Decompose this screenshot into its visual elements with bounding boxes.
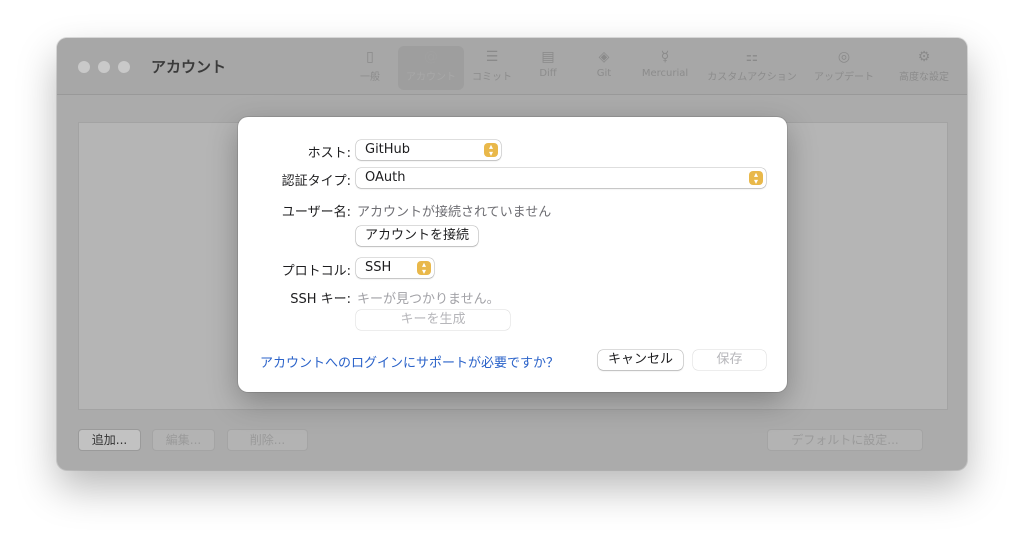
toolbar-label: Git bbox=[596, 68, 612, 79]
host-popup[interactable]: GitHub ▴ ▾ bbox=[356, 140, 501, 160]
custom-action-icon: ⚏ bbox=[745, 49, 759, 65]
save-button[interactable]: 保存 bbox=[693, 350, 766, 370]
edit-account-button[interactable]: 編集... bbox=[152, 429, 215, 451]
protocol-label: プロトコル: bbox=[281, 264, 351, 279]
zoom-window-button[interactable] bbox=[118, 61, 130, 73]
diff-icon: ▤ bbox=[541, 49, 555, 65]
toolbar-label: カスタムアクション bbox=[707, 72, 797, 83]
toolbar-item-advanced[interactable]: ⚙ 高度な設定 bbox=[893, 46, 955, 90]
toolbar-label: アップデート bbox=[814, 72, 874, 83]
chevron-up-down-icon: ▴ ▾ bbox=[749, 171, 763, 186]
login-help-link[interactable]: アカウントへのログインにサポートが必要ですか？ bbox=[260, 352, 559, 371]
username-value: アカウントが接続されていません bbox=[357, 205, 552, 220]
chevron-up-down-icon: ▴ ▾ bbox=[484, 143, 498, 158]
generate-key-button[interactable]: キーを生成 bbox=[356, 310, 510, 330]
host-value: GitHub bbox=[365, 142, 411, 157]
host-label: ホスト: bbox=[307, 146, 351, 161]
toolbar-item-accounts[interactable]: @ アカウント bbox=[398, 46, 464, 90]
username-label: ユーザー名: bbox=[281, 205, 351, 220]
connect-account-button[interactable]: アカウントを接続 bbox=[356, 226, 478, 246]
toolbar-label: 高度な設定 bbox=[899, 72, 949, 83]
toolbar-item-diff[interactable]: ▤ Diff bbox=[529, 46, 567, 90]
cancel-button[interactable]: キャンセル bbox=[598, 350, 683, 370]
add-account-button[interactable]: 追加... bbox=[78, 429, 141, 451]
auth-type-popup[interactable]: OAuth ▴ ▾ bbox=[356, 168, 766, 188]
protocol-value: SSH bbox=[365, 260, 392, 275]
update-icon: ◎ bbox=[837, 49, 851, 65]
chevron-up-down-icon: ▴ ▾ bbox=[417, 261, 431, 276]
delete-account-button[interactable]: 削除... bbox=[227, 429, 308, 451]
close-window-button[interactable] bbox=[78, 61, 90, 73]
toolbar-label: Mercurial bbox=[641, 68, 689, 79]
toolbar-item-updates[interactable]: ◎ アップデート bbox=[811, 46, 877, 90]
list-icon: ☰ bbox=[485, 49, 499, 65]
auth-type-label: 認証タイプ: bbox=[281, 174, 351, 189]
account-sheet: ホスト: GitHub ▴ ▾ 認証タイプ: OAuth ▴ ▾ ユーザー名: アカ… bbox=[238, 117, 787, 392]
toolbar-item-commit[interactable]: ☰ コミット bbox=[467, 46, 517, 90]
toolbar-item-git[interactable]: ◈ Git bbox=[589, 46, 619, 90]
toolbar-label: Diff bbox=[539, 68, 557, 79]
toolbar-item-mercurial[interactable]: ☿ Mercurial bbox=[637, 46, 693, 90]
gear-icon: ⚙ bbox=[917, 49, 931, 65]
phone-icon: ▯ bbox=[366, 49, 374, 65]
minimize-window-button[interactable] bbox=[98, 61, 110, 73]
ssh-key-label: SSH キー: bbox=[290, 292, 351, 307]
toolbar-label: 一般 bbox=[360, 72, 380, 83]
title-bar: アカウント ▯ 一般 @ アカウント ☰ コミット ▤ Diff ◈ Git ☿… bbox=[57, 38, 967, 95]
toolbar-label: コミット bbox=[472, 72, 512, 83]
auth-type-value: OAuth bbox=[365, 170, 406, 185]
toolbar-item-general[interactable]: ▯ 一般 bbox=[355, 46, 385, 90]
ssh-key-value: キーが見つかりません。 bbox=[357, 292, 500, 307]
protocol-popup[interactable]: SSH ▴ ▾ bbox=[356, 258, 434, 278]
window-title: アカウント bbox=[151, 58, 227, 76]
set-default-button[interactable]: デフォルトに設定... bbox=[767, 429, 923, 451]
mercurial-icon: ☿ bbox=[660, 49, 670, 65]
toolbar-item-custom-actions[interactable]: ⚏ カスタムアクション bbox=[703, 46, 801, 90]
at-icon: @ bbox=[424, 49, 438, 65]
toolbar-label: アカウント bbox=[406, 72, 456, 83]
git-icon: ◈ bbox=[598, 49, 610, 65]
